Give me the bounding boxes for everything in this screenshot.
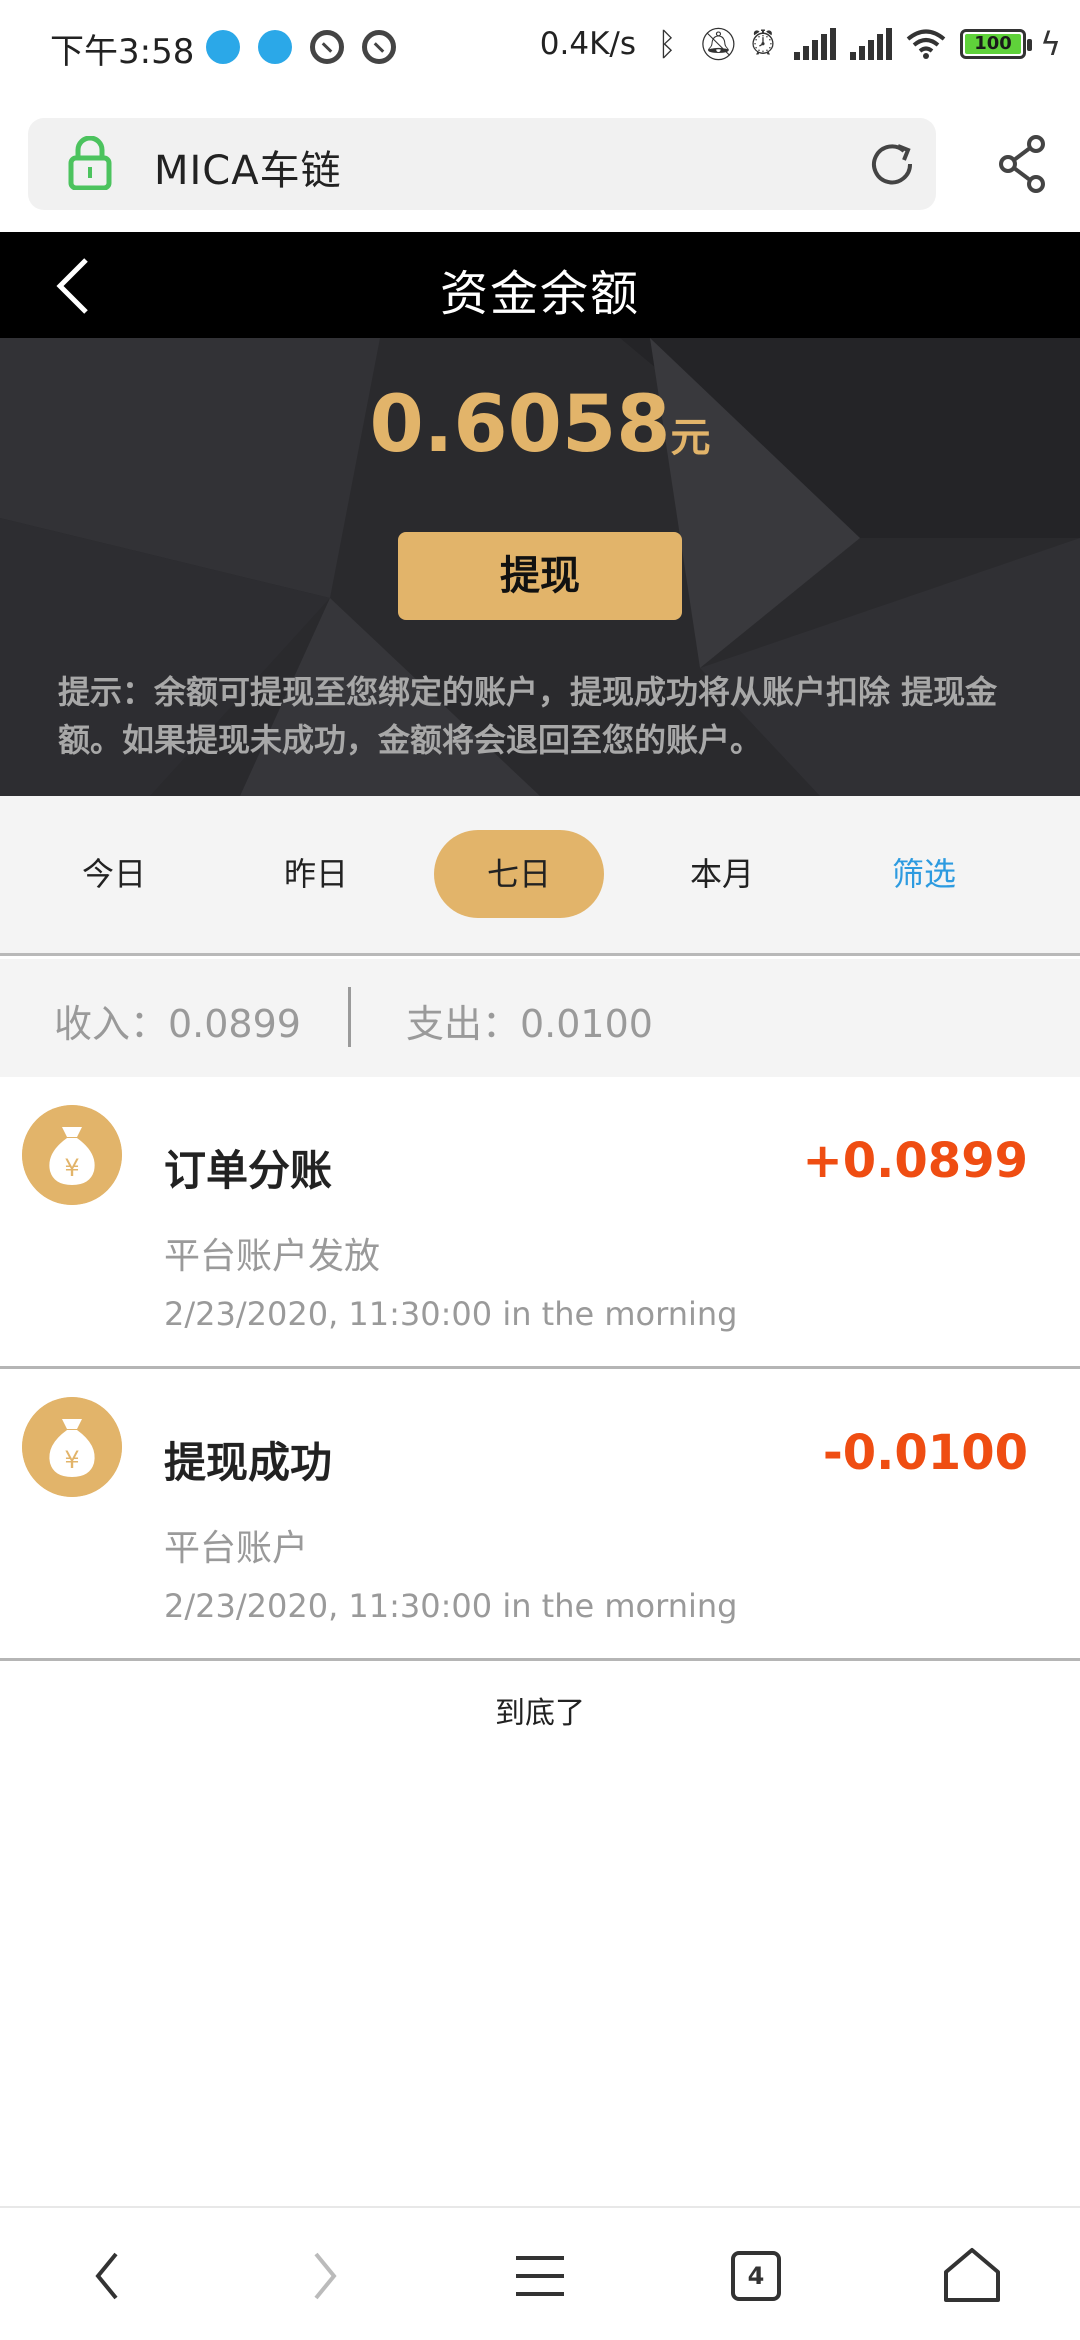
page-url-title: MICA车链 [154, 148, 342, 194]
home-icon[interactable] [932, 2236, 1012, 2316]
balance-value: 0.6058 [369, 380, 671, 470]
tab-count: 4 [731, 2251, 781, 2301]
forward-nav-icon[interactable] [284, 2236, 364, 2316]
network-speed: 0.4K/s [539, 25, 636, 62]
end-of-list-note: 到底了 [495, 1696, 585, 1731]
svg-text:¥: ¥ [64, 1154, 79, 1182]
date-filter-tabs: 今日 昨日 七日 本月 筛选 [0, 796, 1080, 956]
income-expense-summary: 收入：0.0899 支出：0.0100 [0, 959, 1080, 1077]
balance-panel: 0.6058元 提现 提示：余额可提现至您绑定的账户，提现成功将从账户扣除 提现… [0, 338, 1080, 796]
expense-total: 支出：0.0100 [406, 1002, 653, 1046]
status-time: 下午3:58 [50, 32, 195, 72]
transaction-time: 2/23/2020, 11:30:00 in the morning [164, 1587, 738, 1625]
transaction-amount: +0.0899 [802, 1133, 1028, 1189]
page-title: 资金余额 [439, 266, 640, 322]
tab-this-month[interactable]: 本月 [656, 830, 788, 918]
app-notification-icon [206, 30, 240, 64]
browser-bottom-nav: 4 [0, 2206, 1080, 2340]
reload-icon[interactable] [866, 138, 918, 190]
alarm-icon: ⏰︎ [750, 24, 776, 62]
signal-icon [794, 27, 836, 60]
income-total: 收入：0.0899 [54, 1002, 301, 1046]
signal-icon [850, 27, 892, 60]
blocked-icon [362, 30, 396, 64]
status-indicators: 0.4K/s ᛒ 🔕︎ ⏰︎ 100 ϟ [539, 24, 1062, 63]
money-bag-icon: ¥ [22, 1105, 122, 1205]
transaction-title: 提现成功 [164, 1438, 333, 1487]
transaction-title: 订单分账 [164, 1146, 333, 1195]
tab-seven-days[interactable]: 七日 [434, 830, 604, 918]
browser-bar: MICA车链 [0, 96, 1080, 232]
balance-unit: 元 [670, 415, 711, 461]
address-bar[interactable]: MICA车链 [28, 118, 936, 210]
page-header: 资金余额 [0, 232, 1080, 338]
share-icon[interactable] [996, 134, 1052, 194]
charging-icon: ϟ [1040, 24, 1062, 63]
transaction-amount: -0.0100 [822, 1425, 1028, 1481]
status-bar: 下午3:58 0.4K/s ᛒ 🔕︎ ⏰︎ 100 ϟ [0, 0, 1080, 96]
mute-icon: 🔕︎ [698, 24, 739, 63]
lock-icon [68, 136, 112, 190]
transaction-row[interactable]: ¥ 提现成功 -0.0100 平台账户 2/23/2020, 11:30:00 … [0, 1369, 1080, 1661]
tab-today[interactable]: 今日 [48, 830, 180, 918]
transaction-row[interactable]: ¥ 订单分账 +0.0899 平台账户发放 2/23/2020, 11:30:0… [0, 1077, 1080, 1369]
bluetooth-icon: ᛒ [657, 24, 677, 63]
menu-icon[interactable] [500, 2236, 580, 2316]
wifi-icon [906, 29, 946, 59]
tabs-button[interactable]: 4 [716, 2236, 796, 2316]
withdraw-hint: 提示：余额可提现至您绑定的账户，提现成功将从账户扣除 提现金额。如果提现未成功，… [58, 673, 998, 759]
tab-yesterday[interactable]: 昨日 [250, 830, 382, 918]
svg-text:¥: ¥ [64, 1446, 79, 1474]
balance-amount: 0.6058元 [0, 380, 1080, 470]
app-notification-icon [258, 30, 292, 64]
tab-filter[interactable]: 筛选 [858, 830, 990, 918]
battery-level: 100 [965, 33, 1021, 54]
notification-icons [206, 30, 396, 64]
transaction-time: 2/23/2020, 11:30:00 in the morning [164, 1295, 738, 1333]
withdraw-button[interactable]: 提现 [398, 532, 682, 620]
transaction-source: 平台账户 [164, 1528, 309, 1569]
blocked-icon [310, 30, 344, 64]
money-bag-icon: ¥ [22, 1397, 122, 1497]
battery-icon: 100 [960, 28, 1032, 59]
transaction-source: 平台账户发放 [164, 1236, 381, 1277]
summary-divider [348, 987, 351, 1047]
back-nav-icon[interactable] [68, 2236, 148, 2316]
